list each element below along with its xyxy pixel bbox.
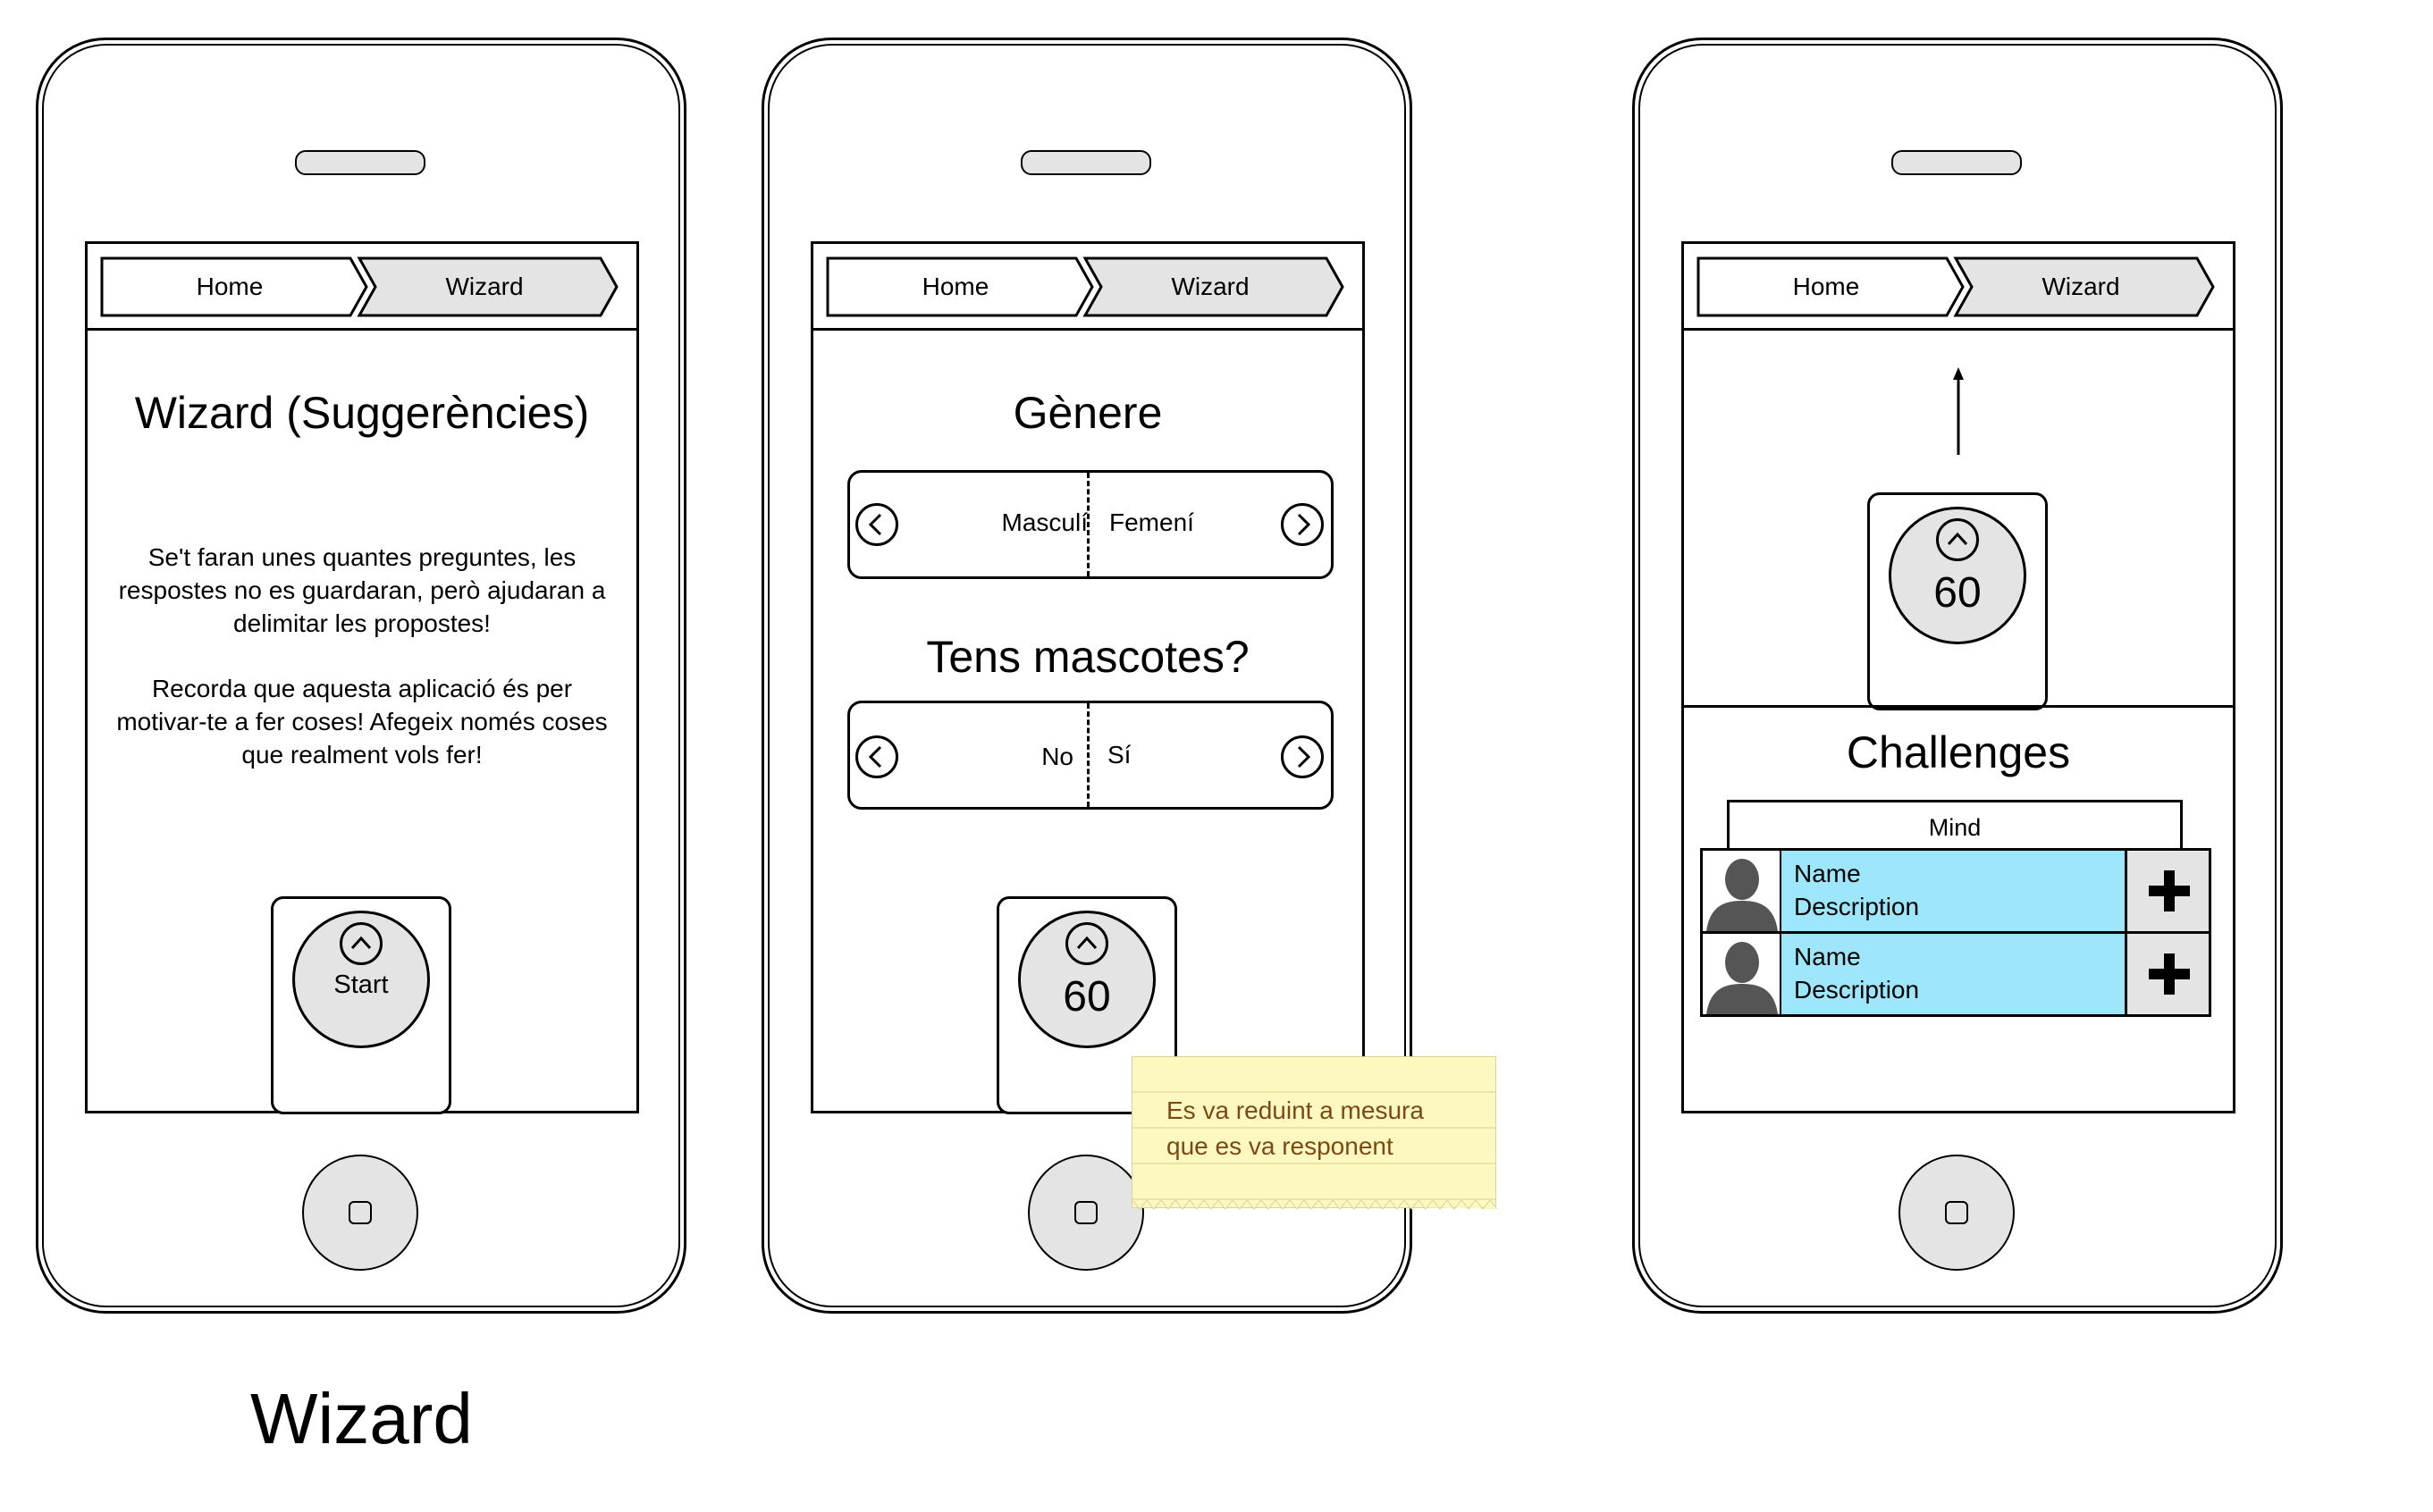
option-male[interactable]: Masculí	[904, 508, 1088, 537]
arrow-right-icon[interactable]	[1281, 735, 1324, 778]
counter-value: 60	[1933, 569, 1982, 617]
chevron-up-icon	[340, 922, 383, 965]
section-divider	[1684, 705, 2233, 708]
start-button[interactable]: Start	[292, 911, 430, 1048]
counter-knob[interactable]: 60	[1018, 911, 1156, 1048]
breadcrumb-home[interactable]: Home	[1696, 256, 1956, 317]
screen-2: Home Wizard Gènere Masculí Femení Tens m…	[811, 241, 1365, 1114]
header-divider	[88, 328, 636, 331]
breadcrumb-wizard[interactable]: Wizard	[1965, 256, 2197, 317]
breadcrumb: Home Wizard	[100, 256, 619, 317]
plus-icon	[2149, 870, 2190, 911]
intro-paragraph-1: Se't faran unes quantes preguntes, les r…	[118, 543, 606, 637]
option-yes[interactable]: Sí	[1107, 741, 1268, 769]
note-text: Es va reduint a mesura que es va respone…	[1166, 1096, 1424, 1160]
tab-mind[interactable]: Mind	[1727, 800, 2183, 850]
challenge-description: Description	[1794, 976, 1920, 1004]
arrow-left-icon[interactable]	[855, 735, 898, 778]
add-challenge-button[interactable]	[2125, 934, 2209, 1014]
option-no[interactable]: No	[904, 743, 1073, 771]
counter-value: 60	[1063, 973, 1111, 1021]
phone-speaker	[1021, 150, 1151, 175]
start-label: Start	[333, 970, 389, 999]
section-title: Challenges	[1846, 727, 2071, 777]
breadcrumb-wizard[interactable]: Wizard	[368, 256, 601, 317]
phone-speaker	[295, 150, 425, 175]
header-divider	[1684, 328, 2233, 331]
avatar	[1703, 934, 1781, 1014]
breadcrumb-wizard[interactable]: Wizard	[1094, 256, 1326, 317]
breadcrumb-home[interactable]: Home	[826, 256, 1085, 317]
chevron-up-icon	[1936, 518, 1979, 561]
arrow-left-icon[interactable]	[855, 503, 898, 546]
challenge-row-2[interactable]: Name Description	[1700, 931, 2211, 1017]
page-title: Wizard (Suggerències)	[134, 388, 590, 438]
challenge-row-1[interactable]: Name Description	[1700, 848, 2211, 934]
plus-icon	[2149, 953, 2190, 995]
gender-selector[interactable]: Masculí Femení	[847, 470, 1334, 579]
figure-caption: Wizard	[250, 1379, 473, 1458]
phone-home-button[interactable]	[1028, 1155, 1144, 1271]
breadcrumb: Home Wizard	[826, 256, 1344, 317]
intro-paragraph-2: Recorda que aquesta aplicació és per mot…	[116, 675, 608, 769]
option-female[interactable]: Femení	[1109, 508, 1270, 537]
challenge-name: Name	[1794, 943, 1861, 970]
pets-selector[interactable]: No Sí	[847, 701, 1334, 810]
challenge-name: Name	[1794, 860, 1861, 887]
chevron-up-icon	[1065, 922, 1108, 965]
breadcrumb: Home Wizard	[1696, 256, 2215, 317]
arrow-right-icon[interactable]	[1281, 503, 1324, 546]
add-challenge-button[interactable]	[2125, 851, 2209, 931]
question-title-gender: Gènere	[1013, 388, 1163, 438]
screen-3: Home Wizard 60 Challenges Mind Name Desc…	[1681, 241, 2235, 1113]
screen-1: Home Wizard Wizard (Suggerències) Se't f…	[85, 241, 639, 1114]
phone-speaker	[1891, 150, 2022, 175]
selector-divider	[1087, 473, 1090, 576]
avatar	[1703, 851, 1781, 931]
sticky-note: Es va reduint a mesura que es va respone…	[1132, 1056, 1497, 1210]
phone-home-button[interactable]	[302, 1155, 418, 1271]
challenge-description: Description	[1794, 893, 1920, 920]
phone-home-button[interactable]	[1898, 1155, 2015, 1271]
counter-knob[interactable]: 60	[1889, 507, 2026, 644]
breadcrumb-home[interactable]: Home	[100, 256, 359, 317]
header-divider	[813, 328, 1362, 331]
question-title-pets: Tens mascotes?	[926, 632, 1250, 682]
selector-divider	[1087, 703, 1090, 807]
arrow-up-icon	[1953, 367, 1964, 455]
